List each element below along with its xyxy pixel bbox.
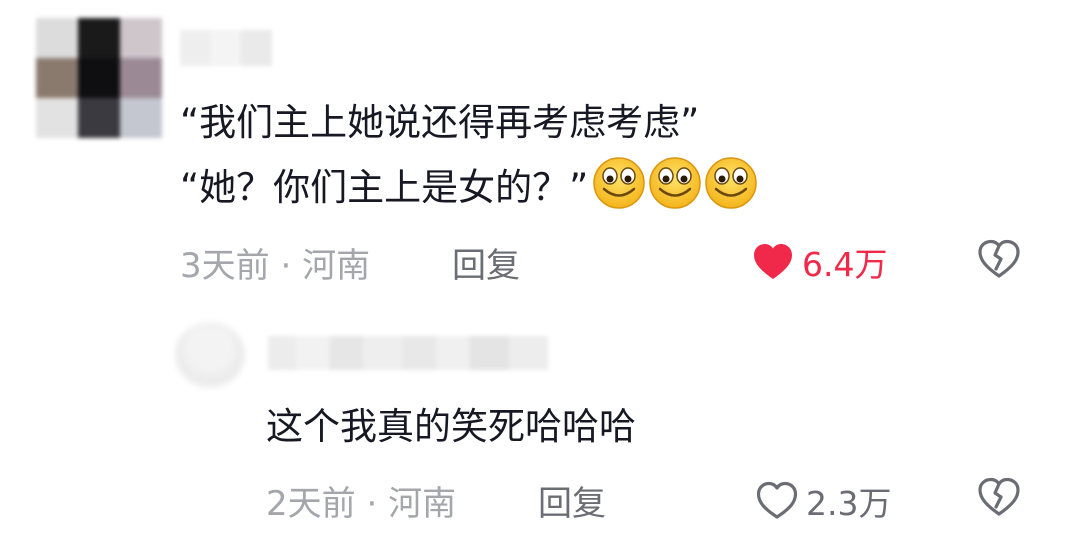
emoji-row — [592, 156, 758, 210]
comment-meta: 3天前 · 河南 — [180, 238, 370, 287]
username[interactable] — [180, 30, 272, 66]
comment-text-line-1: “我们主上她说还得再考虑考虑” — [180, 101, 700, 144]
comment-location: 河南 — [388, 484, 457, 524]
username[interactable] — [268, 336, 548, 370]
comment-time: 3天前 — [180, 246, 270, 286]
like-count: 2.3万 — [806, 484, 892, 523]
broken-heart-icon — [978, 239, 1020, 278]
like-button[interactable]: 2.3万 — [756, 477, 891, 525]
comment-text-line-2-content: “她？你们主上是女的？” — [180, 166, 589, 209]
avatar[interactable] — [36, 18, 162, 138]
comment-text: 这个我真的笑死哈哈哈 — [266, 405, 636, 448]
like-count: 6.4万 — [802, 245, 888, 284]
heart-icon — [756, 481, 798, 519]
comment-location: 河南 — [302, 246, 371, 286]
comment-text-line-2: “她？你们主上是女的？” — [180, 156, 758, 217]
meta-separator: · — [366, 484, 378, 524]
dislike-button[interactable] — [977, 239, 1021, 283]
dislike-button[interactable] — [977, 477, 1021, 521]
meta-separator: · — [280, 246, 292, 286]
broken-heart-icon — [978, 477, 1020, 516]
smile-emoji-icon — [593, 157, 646, 209]
comment-meta: 2天前 · 河南 — [266, 476, 456, 525]
smile-emoji-icon — [705, 157, 758, 209]
avatar[interactable] — [175, 322, 245, 388]
like-button[interactable]: 6.4万 — [752, 238, 887, 286]
reply-button[interactable]: 回复 — [452, 238, 520, 287]
smile-emoji-icon — [649, 157, 702, 209]
reply-button[interactable]: 回复 — [538, 476, 606, 525]
comment-time: 2天前 — [266, 484, 356, 524]
heart-icon — [754, 244, 792, 279]
